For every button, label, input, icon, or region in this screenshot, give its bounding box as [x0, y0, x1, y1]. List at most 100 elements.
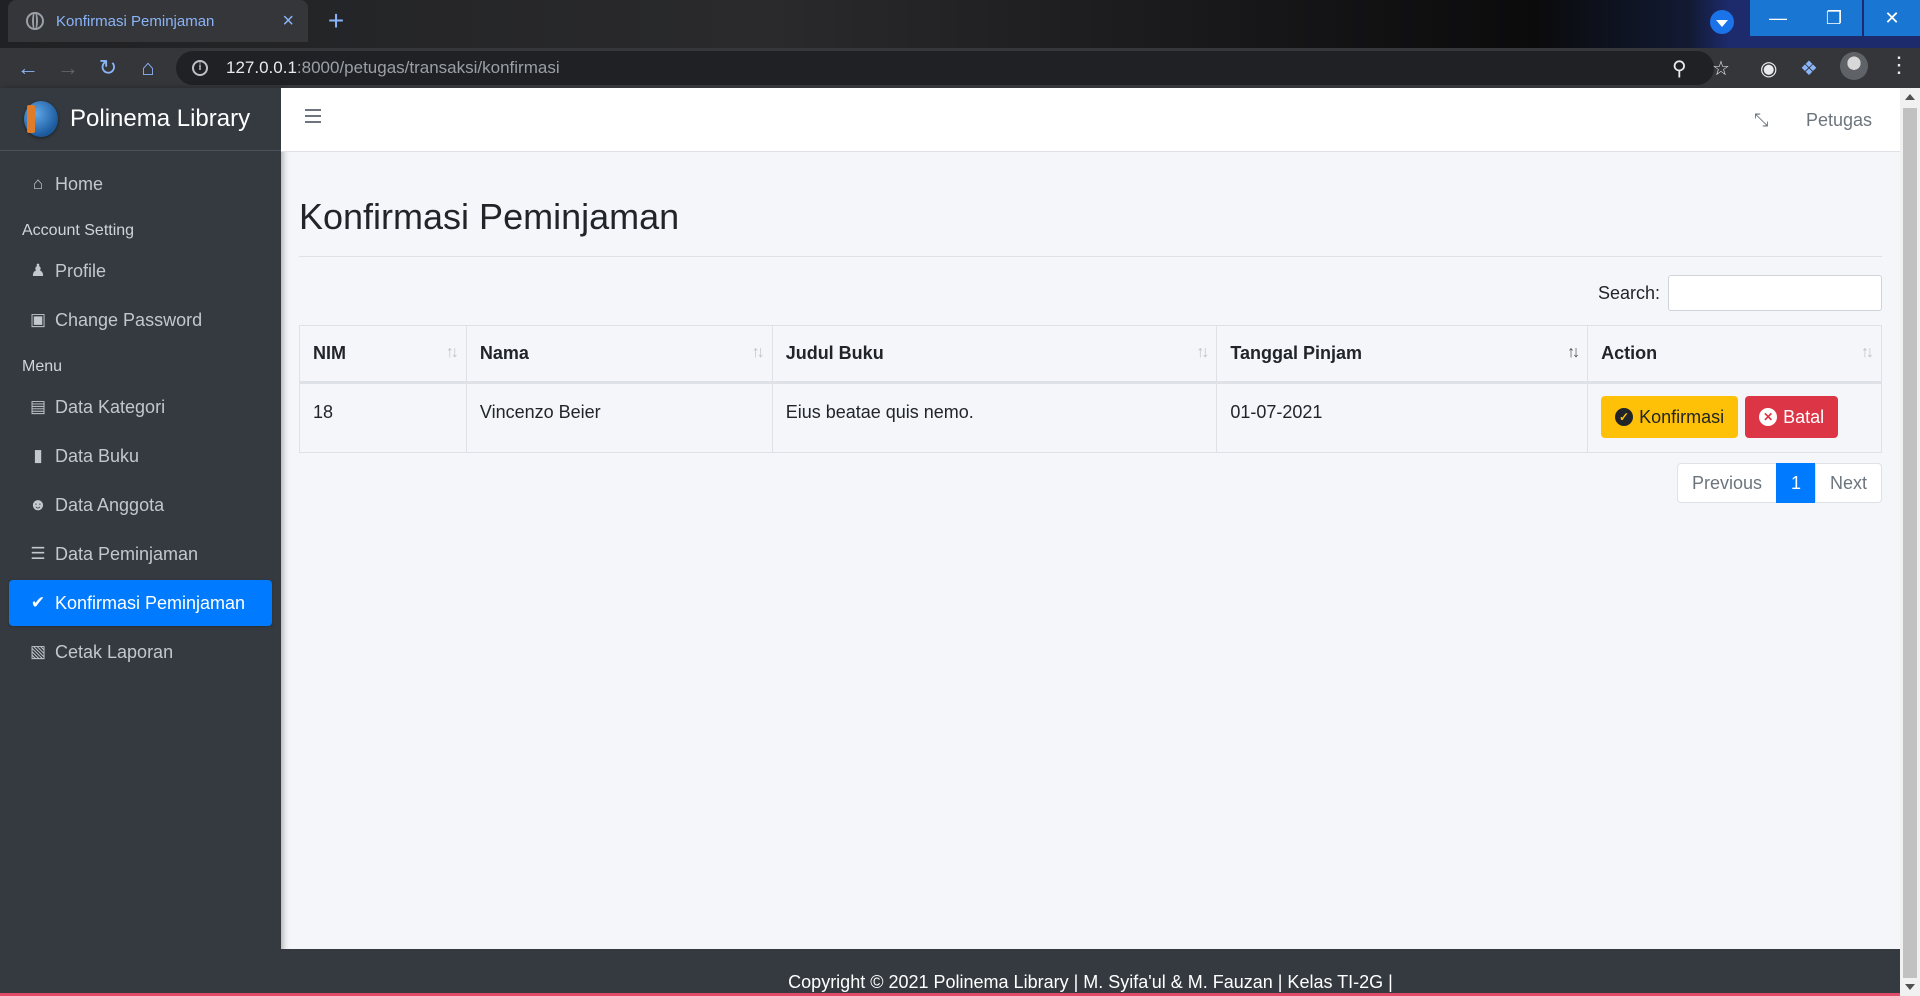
cell-nim: 18 — [299, 382, 467, 453]
column-header-nama[interactable]: Nama ↑↓ — [465, 325, 773, 384]
page-title: Konfirmasi Peminjaman — [299, 196, 1882, 257]
pagination-next[interactable]: Next — [1814, 463, 1882, 503]
column-header-action[interactable]: Action ↑↓ — [1587, 325, 1882, 384]
sidebar-item-label: Data Buku — [55, 445, 140, 466]
konfirmasi-label: Konfirmasi — [1639, 406, 1725, 427]
sidebar-item-label: Profile — [55, 260, 107, 281]
brand-link[interactable]: Polinema Library — [0, 88, 281, 151]
browser-tab-strip: Konfirmasi Peminjaman × + — ❐ ✕ — [0, 0, 1920, 48]
table-header-row: NIM ↑↓ Nama ↑↓ Judul Buku ↑↓ Tanggal Pinjam… — [299, 325, 1882, 384]
new-tab-button[interactable]: + — [322, 7, 350, 35]
home-browser-icon[interactable]: ⌂ — [136, 56, 160, 80]
book-open-icon: ▤ — [29, 397, 47, 416]
home-icon: ⌂ — [32, 174, 44, 193]
sort-desc-icon: ↑↓ — [1567, 344, 1580, 361]
sidebar-item-label: Data Peminjaman — [55, 543, 199, 564]
sidebar-item-label: Home — [55, 173, 104, 194]
zoom-icon[interactable]: ⚲ — [1672, 56, 1687, 81]
site-info-icon[interactable]: i — [192, 60, 208, 76]
sort-icon: ↑↓ — [445, 344, 459, 361]
table-row: 18 Vincenzo Beier Eius beatae quis nemo.… — [299, 382, 1882, 453]
main-content: Konfirmasi Peminjaman Search: NIM ↑↓ Nama… — [299, 152, 1882, 503]
sidebar-item-home[interactable]: ⌂ Home — [9, 161, 272, 207]
konfirmasi-button[interactable]: ✓ Konfirmasi — [1601, 396, 1739, 438]
page-scrollbar[interactable] — [1900, 88, 1920, 996]
check-circle-icon: ✔ — [30, 593, 46, 612]
times-circle-icon: ✕ — [1759, 408, 1778, 426]
profile-avatar[interactable] — [1840, 52, 1868, 80]
url-host: 127.0.0.1 — [226, 58, 297, 77]
user-role-label[interactable]: Petugas — [1806, 110, 1872, 131]
top-navbar: ⤡ Petugas — [281, 88, 1900, 152]
brand-name: Polinema Library — [70, 105, 251, 132]
extension-globe-icon[interactable]: ◉ — [1760, 56, 1777, 81]
scroll-down-icon[interactable] — [1905, 984, 1915, 990]
app-page: Polinema Library ⌂ Home Account Setting … — [0, 88, 1900, 996]
sidebar-item-konfirmasi-peminjaman[interactable]: ✔ Konfirmasi Peminjaman — [9, 580, 272, 626]
sort-icon: ↑↓ — [1196, 344, 1209, 361]
sidebar-header-menu: Menu — [22, 358, 63, 375]
extensions-puzzle-icon[interactable]: ❖ — [1800, 56, 1818, 81]
browser-tab[interactable]: Konfirmasi Peminjaman × — [8, 0, 308, 42]
back-icon[interactable]: ← — [16, 56, 40, 80]
globe-icon — [26, 12, 44, 30]
sidebar-header-account: Account Setting — [22, 222, 135, 239]
sidebar-item-profile[interactable]: ♟ Profile — [9, 248, 272, 294]
minimize-button[interactable]: — — [1750, 0, 1806, 36]
sidebar-item-data-kategori[interactable]: ▤ Data Kategori — [9, 384, 272, 430]
pagination-page-1[interactable]: 1 — [1775, 463, 1816, 503]
sort-icon: ↑↓ — [1861, 344, 1874, 361]
sidebar-item-change-password[interactable]: ▣ Change Password — [9, 297, 272, 343]
search-input[interactable] — [1668, 275, 1882, 311]
downloads-icon[interactable] — [1710, 10, 1734, 34]
sidebar-item-data-buku[interactable]: ▮ Data Buku — [9, 433, 272, 479]
menu-toggle-icon[interactable] — [305, 109, 321, 123]
cell-tanggal-pinjam: 01-07-2021 — [1216, 382, 1589, 453]
forward-icon[interactable]: → — [56, 56, 80, 80]
reload-icon[interactable]: ↻ — [96, 56, 120, 80]
column-header-judul-buku[interactable]: Judul Buku ↑↓ — [771, 325, 1218, 384]
browser-menu-icon[interactable]: ⋮ — [1888, 52, 1910, 78]
sidebar-item-data-anggota[interactable]: ☻ Data Anggota — [9, 482, 272, 528]
users-icon: ☻ — [29, 495, 47, 514]
lock-icon: ▣ — [29, 310, 47, 329]
sidebar: Polinema Library ⌂ Home Account Setting … — [0, 88, 281, 996]
fullscreen-icon[interactable]: ⤡ — [1754, 110, 1768, 131]
batal-button[interactable]: ✕ Batal — [1745, 396, 1839, 438]
pagination-previous[interactable]: Previous — [1676, 463, 1777, 503]
sidebar-nav: ⌂ Home Account Setting ♟ Profile ▣ Chang… — [0, 151, 281, 688]
table-search: Search: — [299, 275, 1882, 311]
cell-nama: Vincenzo Beier — [465, 382, 773, 453]
sidebar-item-cetak-laporan[interactable]: ▧ Cetak Laporan — [9, 629, 272, 675]
batal-label: Batal — [1783, 406, 1825, 427]
close-window-button[interactable]: ✕ — [1864, 0, 1920, 36]
sidebar-item-label: Data Kategori — [55, 396, 166, 417]
sidebar-item-label: Cetak Laporan — [55, 641, 174, 662]
sort-icon: ↑↓ — [751, 344, 765, 361]
bookmark-star-icon[interactable]: ☆ — [1712, 56, 1730, 81]
library-logo-icon — [24, 101, 58, 137]
cell-judul-buku: Eius beatae quis nemo. — [771, 382, 1218, 453]
sidebar-item-data-peminjaman[interactable]: ☰ Data Peminjaman — [9, 531, 272, 577]
scrollbar-thumb[interactable] — [1903, 108, 1917, 978]
restore-button[interactable]: ❐ — [1806, 0, 1862, 36]
sidebar-item-label: Change Password — [55, 309, 203, 330]
page-footer: Copyright © 2021 Polinema Library | M. S… — [281, 949, 1900, 996]
check-circle-icon: ✓ — [1615, 408, 1634, 426]
footer-copyright: Copyright © 2021 Polinema Library | M. S… — [788, 972, 1393, 992]
sidebar-item-label: Konfirmasi Peminjaman — [55, 592, 246, 613]
address-bar[interactable]: i 127.0.0.1 :8000/petugas/transaksi/konf… — [176, 51, 1714, 85]
file-pdf-icon: ▧ — [29, 642, 47, 661]
database-icon: ☰ — [30, 544, 46, 563]
pagination: Previous 1 Next — [299, 463, 1882, 503]
search-label: Search: — [1597, 282, 1660, 303]
konfirmasi-table: NIM ↑↓ Nama ↑↓ Judul Buku ↑↓ Tanggal Pinjam… — [299, 325, 1882, 453]
cell-action: ✓ Konfirmasi ✕ Batal — [1587, 382, 1882, 453]
book-icon: ▮ — [33, 446, 43, 465]
column-header-nim[interactable]: NIM ↑↓ — [299, 325, 467, 384]
sidebar-item-label: Data Anggota — [55, 494, 165, 515]
tab-title: Konfirmasi Peminjaman — [56, 12, 215, 30]
scroll-up-icon[interactable] — [1905, 94, 1915, 100]
close-tab-icon[interactable]: × — [282, 11, 294, 31]
column-header-tanggal-pinjam[interactable]: Tanggal Pinjam ↑↓ — [1216, 325, 1589, 384]
